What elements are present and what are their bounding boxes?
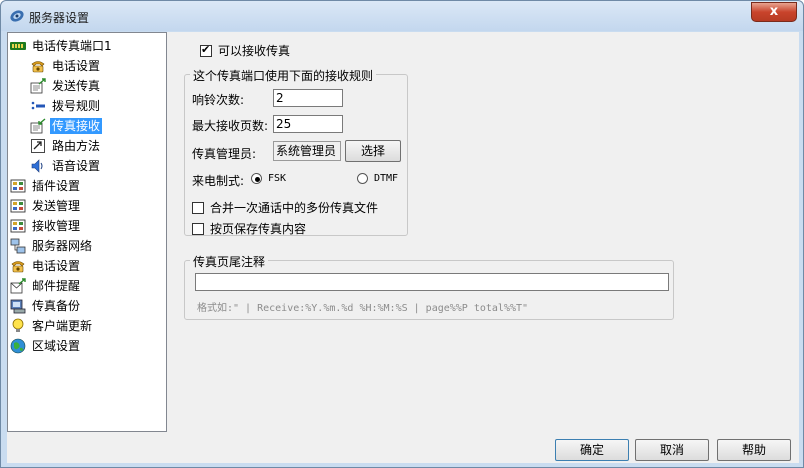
tree-item-label: 电话设置	[52, 59, 101, 73]
tree-item-port1[interactable]: 电话传真端口1	[10, 37, 114, 55]
tree-item-voice[interactable]: 语音设置	[30, 157, 102, 175]
tree-item-label: 拨号规则	[52, 99, 101, 113]
tree-item-mail-alert[interactable]: 邮件提醒	[10, 277, 82, 295]
speaker-icon	[31, 159, 43, 173]
ok-button[interactable]: 确定	[555, 439, 629, 461]
ring-count-label: 响铃次数:	[192, 93, 245, 107]
max-pages-label: 最大接收页数:	[192, 119, 269, 133]
receive-manage-icon	[10, 219, 26, 233]
window-title: 服务器设置	[29, 11, 90, 25]
save-per-page-label: 按页保存传真内容	[210, 222, 307, 236]
dialog-button-bar: 确定 取消 帮助	[7, 436, 799, 463]
tree-item-send-manage[interactable]: 发送管理	[10, 197, 82, 215]
port-card-icon	[10, 42, 26, 50]
merge-files-label: 合并一次通话中的多份传真文件	[210, 201, 379, 215]
save-per-page-checkbox[interactable]	[192, 222, 204, 235]
fax-receive-panel: 可以接收传真 这个传真端口使用下面的接收规则 响铃次数: 2 最大接收页数: 2…	[170, 32, 799, 432]
backup-icon	[10, 299, 26, 314]
dial-rules-icon	[31, 101, 45, 110]
telephone-icon	[11, 261, 25, 273]
select-manager-button[interactable]: 选择	[345, 140, 401, 162]
fax-manager-value: 系统管理员	[273, 141, 341, 161]
dialog-client: 电话传真端口1 电话设置 发送传真 拨号规则 传真接收 路由方法 语音设置 插件…	[7, 32, 799, 463]
tree-item-region[interactable]: 区域设置	[10, 337, 82, 355]
cancel-button[interactable]: 取消	[635, 439, 709, 461]
fsk-radio[interactable]	[251, 173, 262, 184]
dial-mode-label: 来电制式:	[192, 174, 245, 188]
tree-item-client-update[interactable]: 客户端更新	[10, 317, 94, 335]
tree-item-label: 发送传真	[52, 79, 101, 93]
allow-receive-label: 可以接收传真	[218, 44, 291, 58]
footer-note-group: 传真页尾注释 格式如:" | Receive:%Y.%m.%d %H:%M:%S…	[184, 253, 674, 320]
dtmf-radio[interactable]	[357, 173, 368, 184]
bulb-icon	[12, 318, 24, 332]
server-settings-window: 服务器设置 x 电话传真端口1 电话设置 发送传真 拨号规则 传真接收 路由方法…	[0, 0, 804, 468]
fax-manager-label: 传真管理员:	[192, 147, 257, 161]
close-button[interactable]: x	[751, 2, 797, 22]
allow-receive-row[interactable]: 可以接收传真	[200, 42, 290, 59]
fax-receive-icon	[30, 118, 46, 134]
tree-item-label: 路由方法	[52, 139, 101, 153]
dtmf-radio-row[interactable]: DTMF	[357, 173, 398, 184]
tree-item-phone-settings[interactable]: 电话设置	[30, 57, 102, 75]
tree-item-routing[interactable]: 路由方法	[30, 137, 102, 155]
settings-tree[interactable]: 电话传真端口1 电话设置 发送传真 拨号规则 传真接收 路由方法 语音设置 插件…	[7, 32, 167, 432]
mail-icon	[10, 278, 26, 294]
merge-files-row[interactable]: 合并一次通话中的多份传真文件	[192, 199, 378, 216]
fsk-label: FSK	[268, 173, 287, 184]
tree-item-label: 服务器网络	[32, 239, 93, 253]
network-icon	[10, 238, 26, 254]
receive-rules-group: 这个传真端口使用下面的接收规则 响铃次数: 2 最大接收页数: 25 传真管理员…	[184, 67, 408, 237]
save-per-page-row[interactable]: 按页保存传真内容	[192, 220, 306, 237]
merge-files-checkbox[interactable]	[192, 201, 204, 214]
tree-item-label: 传真备份	[32, 299, 81, 313]
tree-item-label: 电话传真端口1	[32, 39, 112, 53]
receive-rules-group-label: 这个传真端口使用下面的接收规则	[190, 67, 377, 84]
tree-item-label: 传真接收	[50, 118, 103, 134]
tree-item-label: 语音设置	[52, 159, 101, 173]
max-pages-input[interactable]: 25	[273, 115, 343, 133]
ring-count-input[interactable]: 2	[273, 89, 343, 107]
plugin-icon	[10, 179, 26, 193]
tree-item-phone-settings-2[interactable]: 电话设置	[10, 257, 82, 275]
tree-item-fax-backup[interactable]: 传真备份	[10, 297, 82, 315]
tree-item-label: 客户端更新	[32, 319, 93, 333]
tree-item-label: 区域设置	[32, 339, 81, 353]
tree-item-label: 发送管理	[32, 199, 81, 213]
tree-item-label: 电话设置	[32, 259, 81, 273]
server-settings-icon	[10, 10, 24, 22]
tree-item-label: 接收管理	[32, 219, 81, 233]
globe-icon	[10, 338, 26, 354]
tree-item-label: 插件设置	[32, 179, 81, 193]
title-bar[interactable]: 服务器设置 x	[1, 1, 803, 31]
fsk-radio-row[interactable]: FSK	[251, 173, 286, 184]
tree-item-receive-manage[interactable]: 接收管理	[10, 217, 82, 235]
footer-note-group-label: 传真页尾注释	[190, 253, 269, 270]
tree-item-fax-receive[interactable]: 传真接收	[30, 117, 103, 135]
help-button[interactable]: 帮助	[717, 439, 791, 461]
telephone-icon	[31, 61, 45, 73]
tree-item-plugins[interactable]: 插件设置	[10, 177, 82, 195]
dtmf-label: DTMF	[374, 173, 399, 184]
allow-receive-checkbox[interactable]	[200, 43, 212, 57]
tree-item-send-fax[interactable]: 发送传真	[30, 77, 102, 95]
send-manage-icon	[10, 199, 26, 213]
footer-note-input[interactable]	[195, 273, 669, 291]
fax-send-icon	[30, 78, 46, 94]
tree-item-label: 邮件提醒	[32, 279, 81, 293]
routing-icon	[31, 139, 45, 153]
footer-format-hint: 格式如:" | Receive:%Y.%m.%d %H:%M:%S | page…	[197, 303, 529, 314]
tree-item-server-network[interactable]: 服务器网络	[10, 237, 94, 255]
tree-item-dial-rules[interactable]: 拨号规则	[30, 97, 102, 115]
